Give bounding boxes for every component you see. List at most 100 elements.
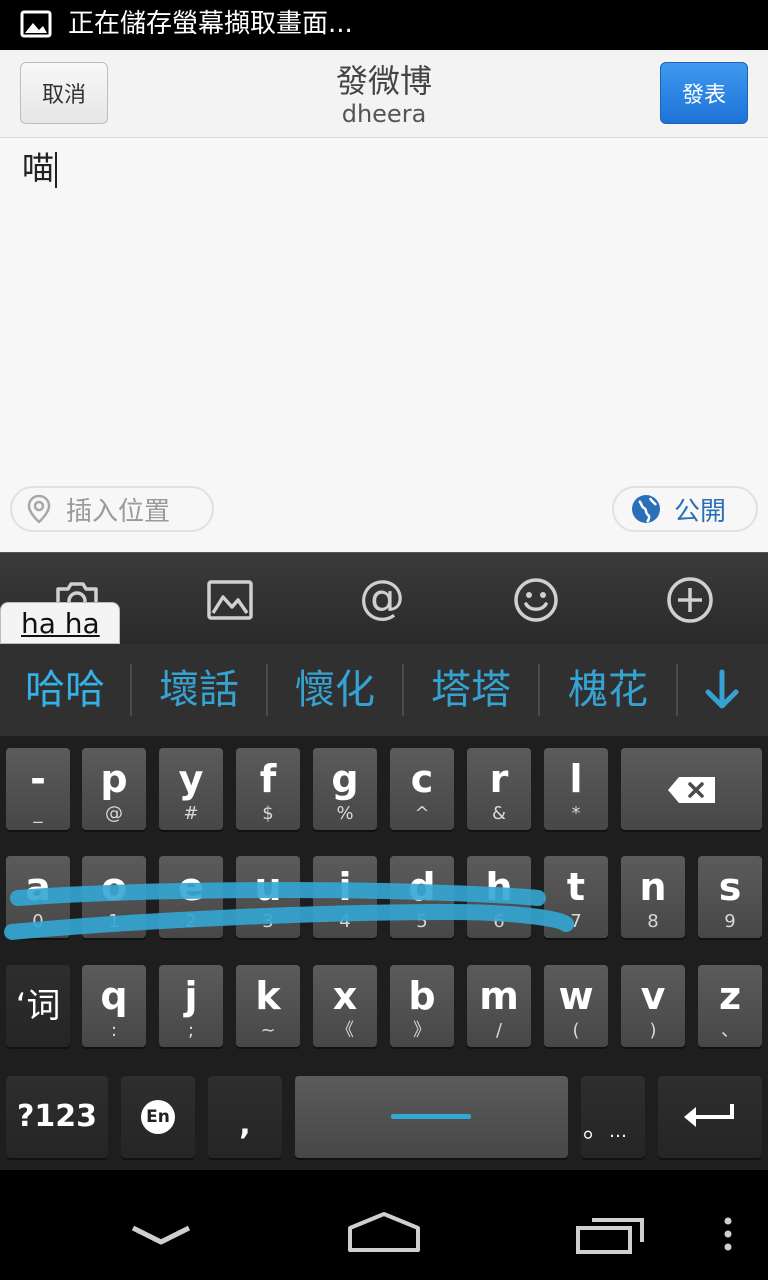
key[interactable]: s9 (698, 856, 762, 938)
key-label: s (718, 865, 742, 909)
comma-key[interactable]: , (208, 1076, 282, 1158)
key-sublabel: _ (33, 803, 43, 824)
key-label: c (410, 757, 434, 801)
key[interactable]: k ~ (236, 965, 300, 1047)
key[interactable]: q: (82, 965, 146, 1047)
key[interactable]: j; (159, 965, 223, 1047)
candidate-item[interactable]: 塔塔 (404, 644, 538, 736)
key[interactable]: f $ (236, 748, 300, 830)
key-sublabel: 8 (647, 911, 659, 932)
recents-icon[interactable] (574, 1214, 646, 1254)
key-label: j (184, 974, 198, 1018)
key[interactable]: y # (159, 748, 223, 830)
key-sublabel: 6 (493, 911, 505, 932)
key[interactable]: w( (544, 965, 608, 1047)
compose-header: 取消 發微博 dheera 發表 (0, 50, 768, 138)
key-label: u (254, 865, 282, 909)
key[interactable]: x 《 (313, 965, 377, 1047)
compose-text-field[interactable]: 喵 (22, 148, 58, 188)
key[interactable]: t7 (544, 856, 608, 938)
insert-location-button[interactable]: 插入位置 (10, 486, 214, 532)
key-label: p (100, 757, 128, 801)
language-key[interactable]: En (121, 1076, 195, 1158)
key[interactable]: d5 (390, 856, 454, 938)
key-sublabel: 9 (724, 911, 736, 932)
key[interactable]: a0 (6, 856, 70, 938)
key[interactable]: l * (544, 748, 608, 830)
status-bar: 正在儲存螢幕擷取畫面... (0, 0, 768, 50)
key-sublabel: 《 (336, 1020, 354, 1041)
arrow-down-icon[interactable] (696, 664, 748, 716)
key-label: w (558, 974, 594, 1018)
period-key[interactable]: 。… (581, 1076, 645, 1158)
key[interactable]: n8 (621, 856, 685, 938)
key-sublabel: 》 (413, 1020, 431, 1041)
page-title: 發微博 (335, 62, 432, 100)
key[interactable]: m / (467, 965, 531, 1047)
key[interactable]: u3 (236, 856, 300, 938)
key-label: i (338, 865, 352, 909)
key-label: - (30, 757, 46, 801)
key[interactable]: g% (313, 748, 377, 830)
key-label: e (178, 865, 204, 909)
visibility-button[interactable]: 公開 (612, 486, 758, 532)
image-icon[interactable] (205, 575, 255, 625)
key-sublabel: 3 (262, 911, 274, 932)
key[interactable]: c ^ (390, 748, 454, 830)
key-sublabel: ~ (260, 1020, 276, 1041)
backspace-key[interactable] (621, 748, 762, 830)
key[interactable]: b 》 (390, 965, 454, 1047)
enter-key[interactable] (658, 1076, 762, 1158)
key-sublabel: ^ (414, 803, 430, 824)
home-icon[interactable] (346, 1210, 422, 1254)
candidate-item[interactable]: 壞話 (132, 644, 266, 736)
key[interactable]: p @ (82, 748, 146, 830)
key-label: z (718, 974, 742, 1018)
key-label: y (178, 757, 204, 801)
key-sublabel: ( (572, 1020, 580, 1041)
menu-icon[interactable] (722, 1216, 734, 1252)
key-sublabel: # (183, 803, 199, 824)
smiley-icon[interactable] (511, 575, 561, 625)
at-icon[interactable]: @ (357, 575, 407, 625)
location-pin-icon (27, 494, 51, 524)
candidate-item[interactable]: 槐花 (540, 644, 676, 736)
symbols-key[interactable]: ?123 (6, 1076, 108, 1158)
key[interactable]: i4 (313, 856, 377, 938)
key[interactable]: v) (621, 965, 685, 1047)
back-icon[interactable] (130, 1222, 192, 1248)
post-button[interactable]: 發表 (660, 62, 748, 124)
space-bar-indicator (391, 1114, 471, 1119)
key-label: n (639, 865, 667, 909)
key-label: ‘词 (15, 986, 61, 1026)
period-char: 。 (582, 1114, 609, 1144)
compose-area[interactable]: 喵 插入位置 公開 (0, 138, 768, 552)
keyboard: - _ p @ y # f $ g% c ^ r & l * a0 o1 e2 u3 i4 d… (0, 736, 768, 1170)
key-sublabel: 、 (721, 1020, 739, 1041)
key-sublabel: ) (649, 1020, 657, 1041)
mode-key[interactable]: ‘词 (6, 965, 70, 1047)
key-sublabel: 5 (416, 911, 428, 932)
key-sublabel: * (571, 803, 581, 824)
key-label: h (485, 865, 513, 909)
key-label: m (479, 974, 519, 1018)
key-sublabel: 2 (185, 911, 197, 932)
key-label: d (408, 865, 436, 909)
candidate-item[interactable]: 懷化 (268, 644, 402, 736)
key[interactable]: z、 (698, 965, 762, 1047)
space-key[interactable] (295, 1076, 568, 1158)
key[interactable]: - _ (6, 748, 70, 830)
key-label: b (408, 974, 436, 1018)
candidate-item[interactable]: 哈哈 (0, 644, 130, 736)
navigation-bar (0, 1170, 768, 1280)
key[interactable]: r & (467, 748, 531, 830)
insert-location-label: 插入位置 (66, 496, 171, 527)
key[interactable]: h6 (467, 856, 531, 938)
key[interactable]: e2 (159, 856, 223, 938)
key-label: k (255, 974, 281, 1018)
period-sublabel: … (609, 1121, 627, 1142)
key[interactable]: o1 (82, 856, 146, 938)
plus-icon[interactable] (665, 575, 715, 625)
key-sublabel: / (495, 1020, 503, 1041)
key-label: , (239, 1107, 251, 1142)
